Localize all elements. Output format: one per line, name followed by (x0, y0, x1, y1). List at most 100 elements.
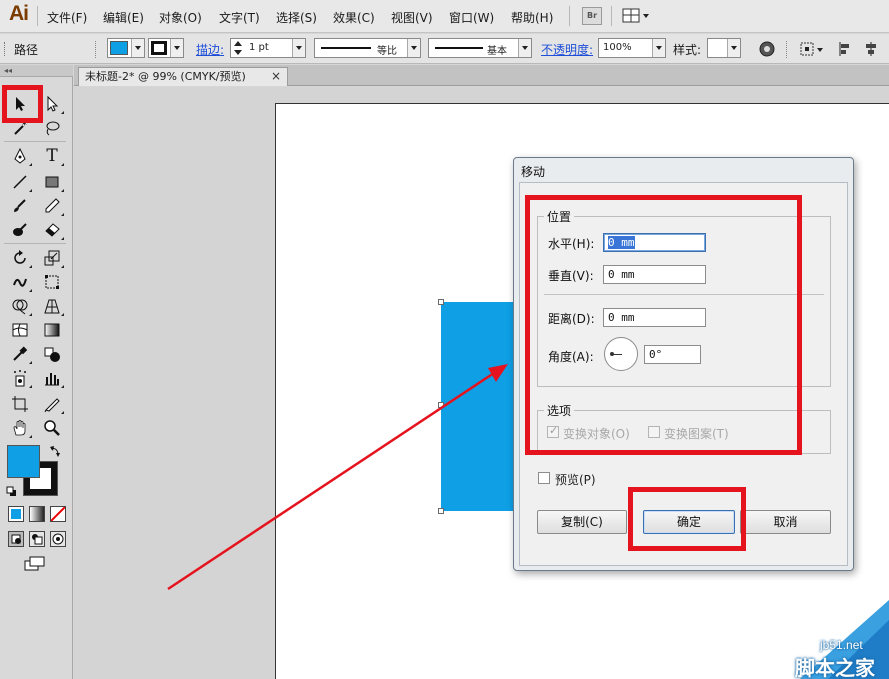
menu-file[interactable]: 文件(F) (47, 9, 87, 26)
draw-behind-button[interactable] (29, 531, 45, 547)
cancel-button[interactable]: 取消 (740, 510, 831, 534)
selected-rectangle[interactable] (441, 302, 521, 511)
eraser-tool[interactable] (40, 219, 64, 241)
lasso-tool[interactable] (40, 117, 64, 139)
color-wheel-icon (759, 41, 775, 57)
fill-swatch (110, 41, 128, 55)
stroke-color-dropdown[interactable] (148, 38, 184, 58)
chevron-down-icon (131, 39, 144, 57)
draw-normal-button[interactable] (8, 531, 24, 547)
preview-checkbox[interactable] (538, 472, 550, 484)
divider (95, 41, 96, 58)
stepper-icon[interactable] (233, 40, 243, 56)
default-fill-stroke-button[interactable] (6, 486, 17, 497)
align-center-button[interactable] (864, 41, 878, 57)
variable-width-profile-dropdown[interactable]: 等比 (314, 38, 421, 58)
menu-bar: Ai 文件(F) 编辑(E) 对象(O) 文字(T) 选择(S) 效果(C) 视… (0, 0, 889, 33)
chevron-down-icon (727, 39, 740, 57)
copy-button[interactable]: 复制(C) (537, 510, 627, 534)
mesh-tool[interactable] (8, 319, 32, 341)
scale-tool[interactable] (40, 247, 64, 269)
stroke-link[interactable]: 描边: (196, 43, 224, 57)
change-screen-mode-button[interactable] (24, 556, 46, 572)
bridge-button[interactable]: Br (582, 7, 602, 25)
selection-handle[interactable] (438, 508, 444, 514)
menu-object[interactable]: 对象(O) (159, 9, 202, 26)
lasso-icon (46, 121, 60, 136)
draw-inside-button[interactable] (50, 531, 66, 547)
type-tool[interactable]: T (40, 145, 64, 167)
shape-builder-tool[interactable] (8, 295, 32, 317)
column-graph-tool[interactable] (40, 367, 64, 389)
menu-view[interactable]: 视图(V) (391, 9, 433, 26)
opacity-link[interactable]: 不透明度: (541, 43, 593, 57)
blend-icon (44, 347, 60, 362)
line-tool[interactable] (8, 171, 32, 193)
opacity-field[interactable]: 100% (598, 38, 666, 58)
selection-type-label: 路径 (14, 43, 39, 57)
menu-window[interactable]: 窗口(W) (449, 9, 494, 26)
blend-tool[interactable] (40, 343, 64, 365)
direct-selection-tool[interactable] (40, 93, 64, 115)
align-left-button[interactable] (838, 41, 852, 57)
eyedropper-tool[interactable] (8, 343, 32, 365)
selection-handle[interactable] (438, 402, 444, 408)
pen-tool[interactable] (8, 145, 32, 167)
gradient-mode-button[interactable] (29, 506, 45, 522)
perspective-grid-tool[interactable] (40, 295, 64, 317)
artboard-tool[interactable] (8, 393, 32, 415)
panel-grip (4, 42, 6, 56)
zoom-tool[interactable] (40, 417, 64, 439)
fill-color-swatch[interactable] (7, 445, 40, 478)
gradient-tool[interactable] (40, 319, 64, 341)
brush-definition-dropdown[interactable]: 基本 (428, 38, 532, 58)
preview-label[interactable]: 预览(P) (555, 471, 596, 488)
menu-type[interactable]: 文字(T) (219, 9, 260, 26)
symbol-sprayer-tool[interactable] (8, 367, 32, 389)
fill-color-dropdown[interactable] (107, 38, 145, 58)
tool-divider (4, 141, 66, 142)
blob-brush-tool[interactable] (8, 219, 32, 241)
transform-reference-button[interactable] (800, 41, 824, 57)
flyout-indicator (29, 189, 32, 192)
menu-separator (569, 6, 570, 26)
app-logo: Ai (9, 2, 29, 25)
rotate-tool[interactable] (8, 247, 32, 269)
shape-builder-icon (12, 299, 28, 315)
document-tab[interactable]: 未标题-2* @ 99% (CMYK/预览) × (78, 67, 288, 86)
stroke-weight-value: 1 pt (249, 42, 269, 53)
stroke-weight-field[interactable]: 1 pt (230, 38, 306, 58)
mesh-icon (12, 323, 28, 337)
chevron-down-icon (518, 39, 531, 57)
color-mode-button[interactable] (8, 506, 24, 522)
paintbrush-tool[interactable] (8, 195, 32, 217)
menu-help[interactable]: 帮助(H) (511, 9, 553, 26)
pencil-tool[interactable] (40, 195, 64, 217)
menu-effect[interactable]: 效果(C) (333, 9, 375, 26)
free-transform-tool[interactable] (40, 271, 64, 293)
selection-handle[interactable] (438, 299, 444, 305)
flyout-indicator (29, 289, 32, 292)
align-center-icon (866, 42, 876, 56)
flyout-indicator (29, 361, 32, 364)
tools-panel-header[interactable]: ◂◂ (0, 65, 73, 77)
menu-select[interactable]: 选择(S) (276, 9, 317, 26)
hand-tool[interactable] (8, 417, 32, 439)
graphic-style-dropdown[interactable] (707, 38, 741, 58)
swap-fill-stroke-button[interactable] (49, 445, 61, 457)
recolor-artwork-button[interactable] (759, 41, 775, 57)
menu-edit[interactable]: 编辑(E) (103, 9, 144, 26)
arrange-documents-button[interactable] (622, 8, 650, 24)
rectangle-tool[interactable] (40, 171, 64, 193)
default-colors-icon (6, 486, 16, 496)
style-label: 样式: (673, 43, 702, 57)
none-mode-button[interactable] (50, 506, 66, 522)
symbol-sprayer-icon (14, 370, 26, 387)
slice-tool[interactable] (40, 393, 64, 415)
close-icon[interactable]: × (271, 68, 281, 85)
pencil-icon (45, 198, 60, 213)
variable-width-label: 等比 (377, 46, 397, 57)
warp-tool[interactable] (8, 271, 32, 293)
watermark-url: jb51.net (820, 638, 863, 652)
white-arrow-icon (47, 95, 59, 112)
